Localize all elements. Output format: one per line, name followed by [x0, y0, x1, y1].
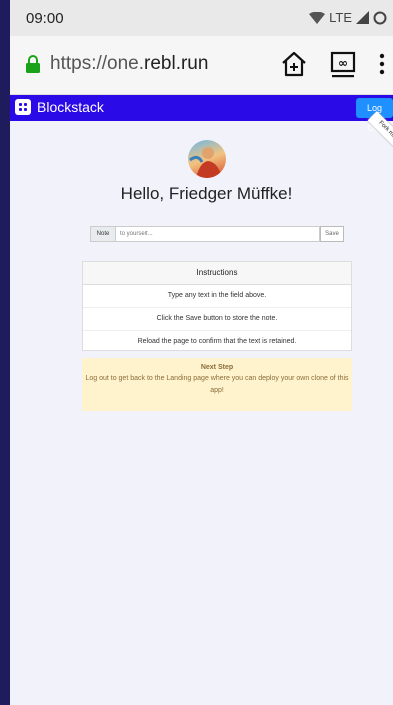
note-label: Note	[90, 226, 116, 242]
brand-label: Blockstack	[37, 99, 104, 115]
save-button[interactable]: Save	[320, 226, 344, 242]
navbar: Blockstack Log Out	[10, 95, 393, 133]
next-step-alert: Next Step Log out to get back to the Lan…	[82, 358, 352, 411]
wifi-icon	[309, 11, 326, 24]
overflow-menu-icon[interactable]	[378, 52, 386, 76]
address-bar: https://one.rebl.run ∞	[10, 36, 393, 95]
url-prefix: https://one.	[50, 53, 145, 74]
greeting: Hello, Friedger Müffke!	[120, 184, 293, 203]
status-time: 09:00	[26, 10, 64, 27]
home-plus-icon[interactable]	[280, 50, 308, 78]
note-input[interactable]	[116, 226, 320, 242]
next-step-body: Log out to get back to the Landing page …	[85, 375, 349, 394]
url-domain: rebl.run	[144, 53, 209, 74]
app-frame: 09:00 LTE https://one.rebl.run ∞ Blockst…	[10, 0, 393, 705]
tab-switcher-icon[interactable]: ∞	[330, 51, 356, 79]
lock-icon	[26, 55, 40, 73]
url-field[interactable]: https://one.rebl.run	[50, 53, 208, 75]
network-label: LTE	[329, 10, 352, 25]
instructions-card: Instructions Type any text in the field …	[82, 261, 352, 351]
note-form: Note Save	[90, 226, 344, 242]
instructions-title: Instructions	[83, 262, 351, 285]
next-step-title: Next Step	[200, 364, 234, 371]
instruction-step: Reload the page to confirm that the text…	[137, 338, 297, 345]
svg-text:∞: ∞	[338, 56, 348, 70]
brand[interactable]: Blockstack	[15, 99, 104, 115]
battery-icon	[373, 11, 387, 24]
status-bar: 09:00 LTE	[10, 0, 393, 36]
avatar	[188, 140, 226, 178]
blockstack-logo-icon	[15, 99, 31, 115]
instruction-step: Click the Save button to store the note.	[83, 308, 351, 331]
status-icons: LTE	[309, 10, 387, 25]
signal-icon	[356, 11, 369, 24]
instruction-step: Type any text in the field above.	[83, 285, 351, 308]
